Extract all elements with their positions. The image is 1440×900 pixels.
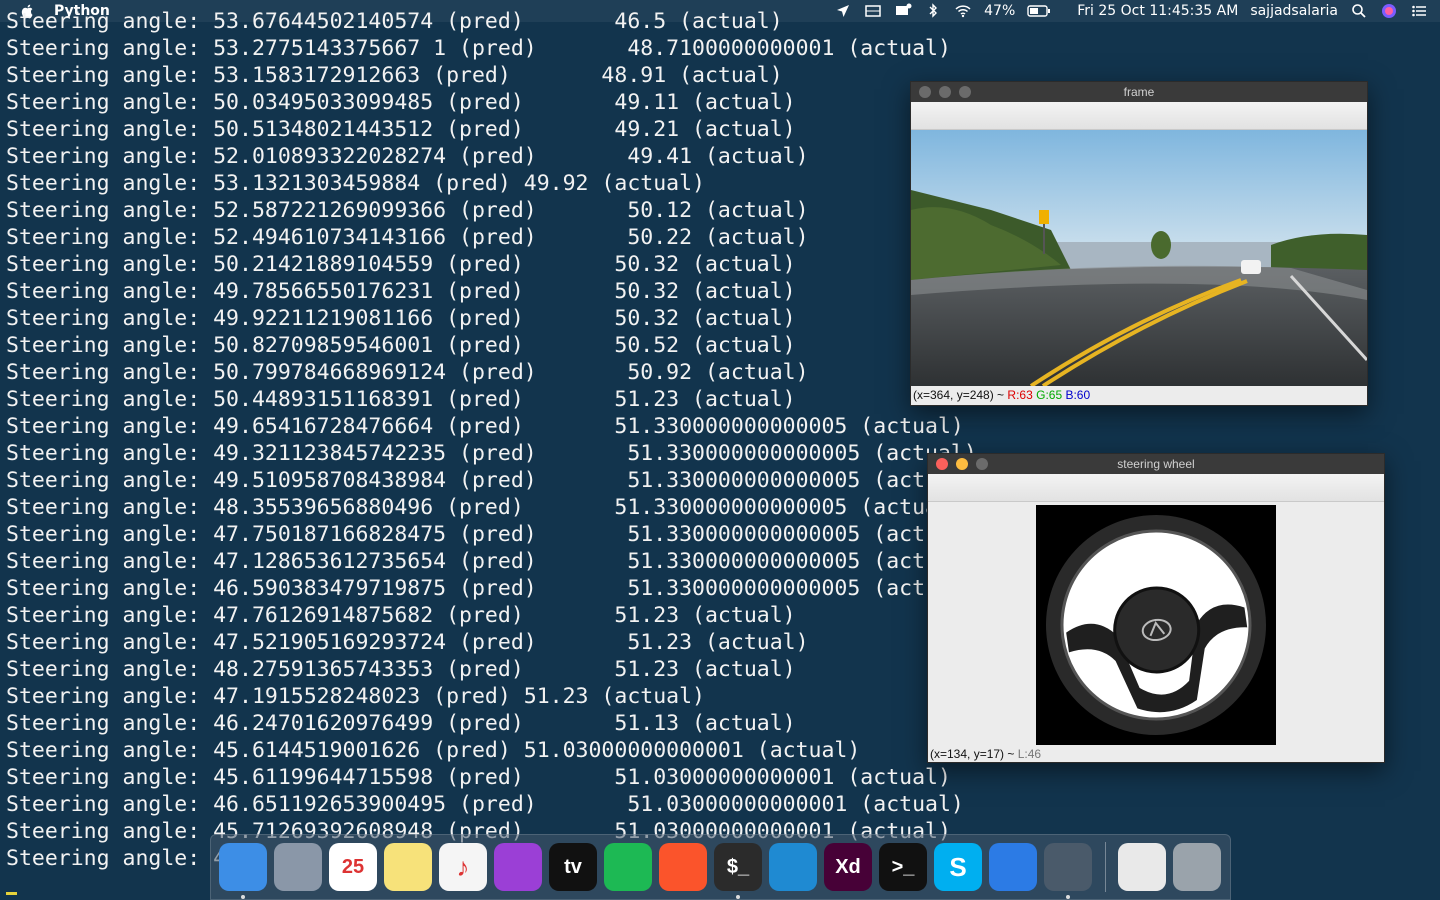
blue-value: B:60 [1065,388,1091,402]
dock: 25 ♪ tv $_ Xd >_ S [210,834,1231,900]
python-rocket-icon[interactable] [1044,843,1092,899]
wheel-image-area [928,502,1384,745]
apple-tv-glyph: tv [564,855,582,878]
cursor-coords: (x=364, y=248) ~ [913,388,1008,402]
vscode-icon[interactable] [769,843,817,891]
red-value: R:63 [1007,388,1033,402]
running-indicator [241,895,245,899]
frame-status-bar: (x=364, y=248) ~ R:63 G:65 B:60 [911,386,1367,404]
music-glyph: ♪ [456,851,470,882]
music-icon[interactable]: ♪ [439,843,487,891]
frame-window-titlebar[interactable]: frame [911,82,1367,102]
terminal-icon[interactable]: $_ [714,843,762,899]
terminal-glyph: $_ [726,855,750,878]
skype-glyph: S [949,851,967,882]
window-title: steering wheel [1117,457,1195,471]
terminal-line: Steering angle: 45.61199644715598 (pred)… [6,765,951,790]
skype-icon[interactable]: S [934,843,982,891]
calendar-icon[interactable]: 25 [329,843,377,891]
terminal-line: Steering angle: 53.67644502140574 (pred)… [6,9,783,34]
terminal-cursor [6,892,17,895]
road-camera-image [911,130,1367,386]
hyper-icon[interactable]: >_ [879,843,927,891]
terminal-line: Steering angle: 46.651192653900495 (pred… [6,792,964,817]
calendar-glyph: 25 [341,855,365,878]
adobe-xd-glyph: Xd [835,855,861,878]
frame-window[interactable]: frame (x=364, y=248) ~ R:63 G:65 B:60 [910,81,1368,406]
apple-tv-icon[interactable]: tv [549,843,597,891]
brave-icon[interactable] [659,843,707,891]
running-indicator [1066,895,1070,899]
window-title: frame [1123,85,1155,99]
hyper-glyph: >_ [891,855,915,878]
wheel-status-bar: (x=134, y=17) ~ L:46 [928,745,1384,763]
luminance-value: L:46 [1017,747,1042,761]
wheel-window-toolbar [928,474,1384,502]
wheel-window-titlebar[interactable]: steering wheel [928,454,1384,474]
document-stack-icon[interactable] [1118,843,1166,891]
running-indicator [736,895,740,899]
dock-separator [1105,842,1106,892]
podcasts-icon[interactable] [494,843,542,891]
terminal-line: Steering angle: 53.2775143375667 1 (pred… [6,36,951,61]
adobe-xd-icon[interactable]: Xd [824,843,872,891]
green-value: G:65 [1036,388,1063,402]
cursor-coords: (x=134, y=17) ~ [930,747,1018,761]
terminal-line: Steering angle: 49.65416728476664 (pred)… [6,414,964,439]
steering-wheel-image [1036,505,1276,745]
notes-icon[interactable] [384,843,432,891]
steering-wheel-window[interactable]: steering wheel (x=134, y=17) ~ L:46 [927,453,1385,763]
trash-icon[interactable] [1173,843,1221,891]
keynote-icon[interactable] [989,843,1037,891]
frame-window-toolbar [911,102,1367,130]
spotify-icon[interactable] [604,843,652,891]
finder-icon[interactable] [219,843,267,899]
launchpad-icon[interactable] [274,843,322,891]
